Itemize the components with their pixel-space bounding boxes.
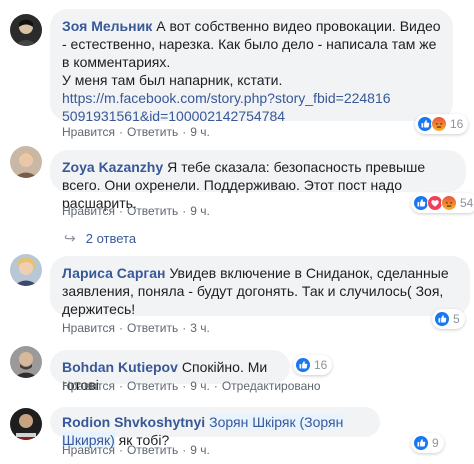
reaction-count: 16: [314, 358, 328, 372]
like-icon: [413, 435, 429, 451]
avatar[interactable]: [10, 254, 42, 286]
reaction-count: 9: [432, 436, 439, 450]
comment-author[interactable]: Rodion Shvkoshytnyi: [62, 414, 205, 430]
like-action[interactable]: Нравится: [62, 443, 115, 457]
reaction-count: 54: [460, 196, 474, 210]
comment-author[interactable]: Zoya Kazanzhy: [62, 159, 163, 175]
comment-actions: Нравится · Ответить · 9 ч.: [62, 125, 210, 139]
comment-author[interactable]: Bohdan Kutiepov: [62, 359, 178, 375]
like-icon: [434, 311, 450, 327]
edited-label[interactable]: Отредактировано: [222, 379, 321, 393]
reply-action[interactable]: Ответить: [127, 125, 178, 139]
comment-text-2: У меня там был напарник, кстати.: [62, 72, 283, 88]
comment-actions: Нравится · Ответить · 9 ч.: [62, 443, 210, 457]
avatar[interactable]: [10, 146, 42, 178]
reactions-summary[interactable]: 5: [432, 309, 465, 329]
reply-action[interactable]: Ответить: [127, 443, 178, 457]
story-link[interactable]: https://m.facebook.com/story.php?story_f…: [62, 89, 392, 125]
reactions-summary[interactable]: 9: [411, 433, 444, 453]
reply-action[interactable]: Ответить: [127, 321, 178, 335]
replies-count[interactable]: 2 ответа: [86, 231, 136, 246]
like-action[interactable]: Нравится: [62, 321, 115, 335]
comment-actions: Нравится · Ответить · 9 ч. · Отредактировано: [62, 379, 321, 393]
reactions-summary[interactable]: 54: [411, 193, 474, 213]
angry-icon: [441, 195, 457, 211]
reactions-summary[interactable]: 16: [293, 355, 333, 375]
timestamp[interactable]: 9 ч.: [190, 125, 210, 139]
view-replies-link[interactable]: ↪ 2 ответа: [64, 230, 136, 247]
like-action[interactable]: Нравится: [62, 204, 115, 218]
comment-bubble: Rodion Shvkoshytnyi Зорян Шкіряк (Зорян Ш…: [50, 407, 380, 448]
comment-bubble: Лариса Сарган Увидев включение в Сниданок…: [50, 256, 470, 317]
reaction-count: 5: [453, 312, 460, 326]
like-icon: [295, 357, 311, 373]
timestamp[interactable]: 9 ч.: [190, 443, 210, 457]
comment-actions: Нравится · Ответить · 3 ч.: [62, 321, 210, 335]
reaction-count: 16: [450, 117, 464, 131]
comment-bubble: Zoya Kazanzhy Я тебе сказала: безопасност…: [50, 150, 466, 211]
reactions-summary[interactable]: 16: [415, 114, 469, 134]
reply-action[interactable]: Ответить: [127, 204, 178, 218]
avatar[interactable]: [10, 346, 42, 378]
like-action[interactable]: Нравится: [62, 379, 115, 393]
comment-author[interactable]: Лариса Сарган: [62, 265, 165, 281]
timestamp[interactable]: 9 ч.: [190, 379, 210, 393]
like-action[interactable]: Нравится: [62, 125, 115, 139]
angry-icon: [431, 116, 447, 132]
comment-author[interactable]: Зоя Мельник: [62, 18, 152, 34]
timestamp[interactable]: 9 ч.: [190, 204, 210, 218]
timestamp[interactable]: 3 ч.: [190, 321, 210, 335]
comment-actions: Нравится · Ответить · 9 ч.: [62, 204, 210, 218]
reply-arrow-icon: ↪: [64, 230, 76, 246]
reply-action[interactable]: Ответить: [127, 379, 178, 393]
comment-bubble: Зоя Мельник А вот собственно видео провок…: [50, 9, 453, 124]
avatar[interactable]: [10, 14, 42, 46]
avatar[interactable]: [10, 408, 42, 440]
